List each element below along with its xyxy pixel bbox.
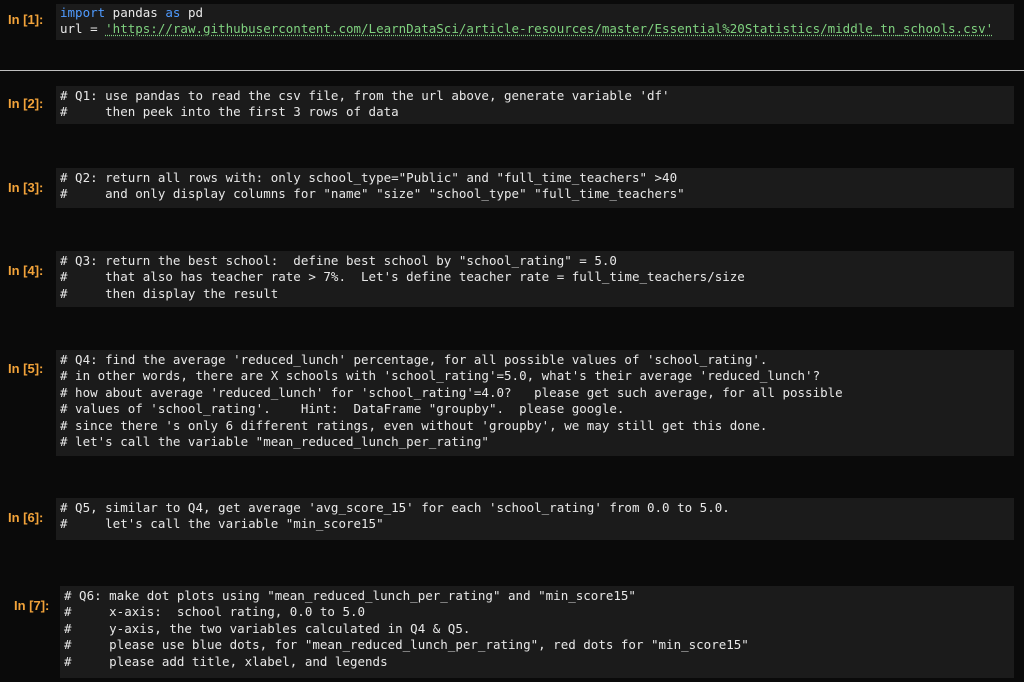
cell-5-code: # Q4: find the average 'reduced_lunch' p… — [60, 352, 843, 450]
comment-line: # x-axis: school rating, 0.0 to 5.0 — [64, 604, 366, 620]
cell-7-code: # Q6: make dot plots using "mean_reduced… — [64, 588, 749, 670]
comment-line: # Q2: return all rows with: only school_… — [60, 170, 678, 185]
cell-2-prompt: In [2]: — [8, 96, 44, 111]
cell-4-prompt: In [4]: — [8, 263, 44, 278]
comment-line: # y-axis, the two variables calculated i… — [64, 620, 471, 636]
cell-3-prompt: In [3]: — [8, 180, 44, 195]
comment-line: # Q1: use pandas to read the csv file, f… — [60, 88, 670, 103]
comment-line: # how about average 'reduced_lunch' for … — [60, 384, 843, 400]
cell-3-code: # Q2: return all rows with: only school_… — [60, 170, 685, 203]
comment-line: # and only display columns for "name" "s… — [60, 186, 685, 202]
code-cell-7[interactable]: # Q6: make dot plots using "mean_reduced… — [60, 586, 1014, 678]
code-cell-3[interactable]: # Q2: return all rows with: only school_… — [56, 168, 1014, 208]
comment-line: # Q3: return the best school: define bes… — [60, 253, 617, 268]
cell-divider — [0, 70, 1024, 71]
comment-line: # Q6: make dot plots using "mean_reduced… — [64, 588, 636, 603]
cell-5-prompt: In [5]: — [8, 361, 44, 376]
comment-line: # since there 's only 6 different rating… — [60, 417, 768, 433]
cell-7-prompt: In [7]: — [14, 598, 50, 613]
comment-line: # then display the result — [60, 285, 279, 301]
cell-6-code: # Q5, similar to Q4, get average 'avg_sc… — [60, 500, 730, 533]
url-string: 'https://raw.githubusercontent.com/Learn… — [105, 21, 994, 37]
alias-name: pd — [180, 5, 204, 20]
cell-1-prompt: In [1]: — [8, 12, 44, 27]
comment-line: # let's call the variable "min_score15" — [60, 516, 384, 532]
as-keyword: as — [165, 5, 181, 20]
module-name: pandas — [105, 5, 166, 20]
code-cell-6[interactable]: # Q5, similar to Q4, get average 'avg_sc… — [56, 498, 1014, 540]
comment-line: # Q5, similar to Q4, get average 'avg_sc… — [60, 500, 730, 515]
comment-line: # that also has teacher rate > 7%. Let's… — [60, 269, 745, 285]
code-cell-2[interactable]: # Q1: use pandas to read the csv file, f… — [56, 86, 1014, 124]
comment-line: # please add title, xlabel, and legends — [64, 653, 388, 669]
comment-line: # in other words, there are X schools wi… — [60, 368, 821, 384]
comment-line: # let's call the variable "mean_reduced_… — [60, 434, 489, 450]
code-cell-5[interactable]: # Q4: find the average 'reduced_lunch' p… — [56, 350, 1014, 456]
import-keyword: import — [60, 5, 106, 20]
comment-line: # then peek into the first 3 rows of dat… — [60, 104, 399, 120]
cell-2-code: # Q1: use pandas to read the csv file, f… — [60, 88, 670, 121]
cell-4-code: # Q3: return the best school: define bes… — [60, 253, 745, 302]
comment-line: # Q4: find the average 'reduced_lunch' p… — [60, 352, 768, 367]
comment-line: # please use blue dots, for "mean_reduce… — [64, 637, 749, 653]
code-cell-4[interactable]: # Q3: return the best school: define bes… — [56, 251, 1014, 307]
url-assign: url = — [60, 21, 106, 37]
comment-line: # values of 'school_rating'. Hint: DataF… — [60, 401, 625, 417]
cell-6-prompt: In [6]: — [8, 510, 44, 525]
code-cell-1[interactable]: import pandas as pd url = 'https://raw.g… — [56, 4, 1014, 40]
cell-1-code: import pandas as pd url = 'https://raw.g… — [60, 5, 993, 38]
